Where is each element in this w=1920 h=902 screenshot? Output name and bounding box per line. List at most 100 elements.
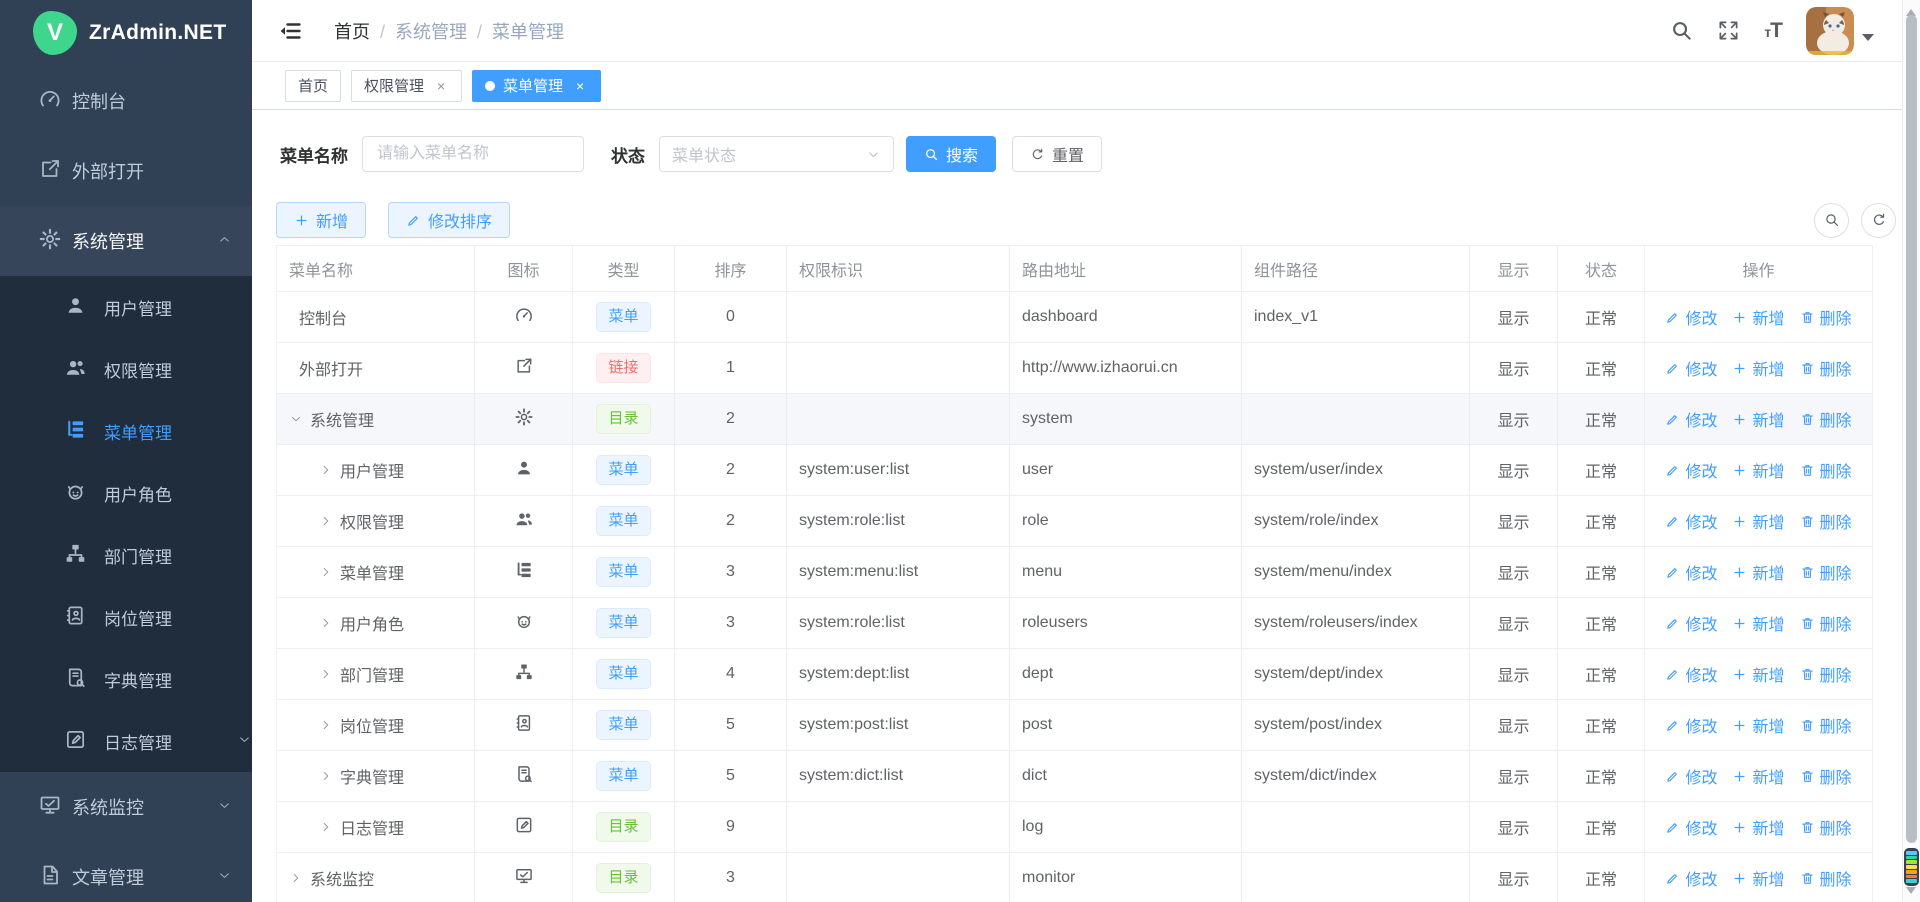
row-delete-link[interactable]: 删除 <box>1800 407 1852 431</box>
sidebar-item-权限管理[interactable]: 权限管理 <box>0 338 252 400</box>
row-delete-link[interactable]: 删除 <box>1800 560 1852 584</box>
table-row[interactable]: 日志管理目录9log显示正常修改新增删除 <box>277 802 1872 853</box>
row-edit-link[interactable]: 修改 <box>1665 713 1717 737</box>
row-add-link[interactable]: 新增 <box>1732 815 1784 839</box>
row-add-link[interactable]: 新增 <box>1732 662 1784 686</box>
tab-菜单管理[interactable]: 菜单管理× <box>472 70 601 102</box>
tree-expand-arrow[interactable] <box>289 871 303 885</box>
row-edit-link[interactable]: 修改 <box>1665 458 1717 482</box>
table-row[interactable]: 权限管理菜单2system:role:listrolesystem/role/i… <box>277 496 1872 547</box>
row-add-link[interactable]: 新增 <box>1732 509 1784 533</box>
row-add-link[interactable]: 新增 <box>1732 713 1784 737</box>
status-label: 状态 <box>611 142 645 167</box>
row-add-link[interactable]: 新增 <box>1732 866 1784 890</box>
sidebar-fold-button[interactable] <box>272 13 308 49</box>
cell-status: 正常 <box>1558 853 1645 902</box>
tree-expand-arrow[interactable] <box>319 616 333 630</box>
tab-close-icon[interactable]: × <box>433 78 449 94</box>
row-delete-link[interactable]: 删除 <box>1800 662 1852 686</box>
table-row[interactable]: 菜单管理菜单3system:menu:listmenusystem/menu/i… <box>277 547 1872 598</box>
status-select[interactable]: 菜单状态 <box>659 136 894 172</box>
row-delete-link[interactable]: 删除 <box>1800 509 1852 533</box>
sidebar-item-文章管理[interactable]: 文章管理 <box>0 842 252 902</box>
row-add-link[interactable]: 新增 <box>1732 356 1784 380</box>
tree-expand-arrow[interactable] <box>319 565 333 579</box>
font-size-button[interactable]: тT <box>1764 19 1782 43</box>
edit-sort-button[interactable]: 修改排序 <box>388 202 510 238</box>
header-search-button[interactable] <box>1670 19 1693 42</box>
sidebar-item-系统监控[interactable]: 系统监控 <box>0 772 252 842</box>
row-delete-link[interactable]: 删除 <box>1800 356 1852 380</box>
table-row[interactable]: 用户管理菜单2system:user:listusersystem/user/i… <box>277 445 1872 496</box>
row-delete-link[interactable]: 删除 <box>1800 866 1852 890</box>
row-edit-link[interactable]: 修改 <box>1665 305 1717 329</box>
row-edit-link[interactable]: 修改 <box>1665 866 1717 890</box>
sidebar-item-部门管理[interactable]: 部门管理 <box>0 524 252 586</box>
row-edit-link[interactable]: 修改 <box>1665 356 1717 380</box>
search-button[interactable]: 搜索 <box>906 136 996 172</box>
row-edit-link[interactable]: 修改 <box>1665 560 1717 584</box>
user-menu[interactable] <box>1806 7 1874 55</box>
tab-权限管理[interactable]: 权限管理× <box>351 70 462 102</box>
row-edit-link[interactable]: 修改 <box>1665 611 1717 635</box>
row-delete-link[interactable]: 删除 <box>1800 713 1852 737</box>
cell-component: system/dept/index <box>1242 649 1470 700</box>
sidebar-item-用户角色[interactable]: 用户角色 <box>0 462 252 524</box>
sidebar-item-字典管理[interactable]: 字典管理 <box>0 648 252 710</box>
table-row[interactable]: 部门管理菜单4system:dept:listdeptsystem/dept/i… <box>277 649 1872 700</box>
table-row[interactable]: 系统管理目录2system显示正常修改新增删除 <box>277 394 1872 445</box>
sidebar-item-用户管理[interactable]: 用户管理 <box>0 276 252 338</box>
tab-close-icon[interactable]: × <box>572 78 588 94</box>
scrollbar-thumb[interactable] <box>1906 15 1917 843</box>
tree-expand-arrow[interactable] <box>289 412 303 426</box>
add-button[interactable]: 新增 <box>276 202 366 238</box>
breadcrumb-item[interactable]: 首页 <box>334 22 370 42</box>
row-delete-link[interactable]: 删除 <box>1800 764 1852 788</box>
menu-name-input[interactable] <box>362 136 584 172</box>
reset-button[interactable]: 重置 <box>1012 136 1102 172</box>
row-delete-link[interactable]: 删除 <box>1800 458 1852 482</box>
sidebar-item-控制台[interactable]: 控制台 <box>0 66 252 136</box>
page-scrollbar[interactable] <box>1902 0 1920 902</box>
sidebar-item-系统管理[interactable]: 系统管理 <box>0 206 252 276</box>
chevron-down-icon <box>217 868 232 883</box>
sidebar-item-菜单管理[interactable]: 菜单管理 <box>0 400 252 462</box>
row-delete-link[interactable]: 删除 <box>1800 611 1852 635</box>
tree-expand-arrow[interactable] <box>319 463 333 477</box>
cell-icon <box>475 445 573 496</box>
sidebar-item-外部打开[interactable]: 外部打开 <box>0 136 252 206</box>
row-edit-link[interactable]: 修改 <box>1665 509 1717 533</box>
refresh-table-button[interactable] <box>1861 203 1896 238</box>
fullscreen-button[interactable] <box>1717 19 1740 42</box>
row-delete-link[interactable]: 删除 <box>1800 305 1852 329</box>
pencil-icon <box>1665 769 1680 784</box>
row-add-link[interactable]: 新增 <box>1732 305 1784 329</box>
row-edit-link[interactable]: 修改 <box>1665 764 1717 788</box>
tree-expand-arrow[interactable] <box>319 667 333 681</box>
avatar[interactable] <box>1806 7 1854 55</box>
table-row[interactable]: 外部打开链接1http://www.izhaorui.cn显示正常修改新增删除 <box>277 343 1872 394</box>
tree-expand-arrow[interactable] <box>319 820 333 834</box>
row-delete-link[interactable]: 删除 <box>1800 815 1852 839</box>
toggle-search-button[interactable] <box>1814 203 1849 238</box>
row-add-link[interactable]: 新增 <box>1732 764 1784 788</box>
table-row[interactable]: 控制台菜单0dashboardindex_v1显示正常修改新增删除 <box>277 292 1872 343</box>
row-add-link[interactable]: 新增 <box>1732 458 1784 482</box>
tree-expand-arrow[interactable] <box>319 514 333 528</box>
scrollbar-down-arrow-icon[interactable] <box>1906 887 1916 899</box>
sidebar-item-岗位管理[interactable]: 岗位管理 <box>0 586 252 648</box>
row-edit-link[interactable]: 修改 <box>1665 407 1717 431</box>
table-row[interactable]: 岗位管理菜单5system:post:listpostsystem/post/i… <box>277 700 1872 751</box>
row-add-link[interactable]: 新增 <box>1732 407 1784 431</box>
row-add-link[interactable]: 新增 <box>1732 611 1784 635</box>
row-add-link[interactable]: 新增 <box>1732 560 1784 584</box>
tree-expand-arrow[interactable] <box>319 718 333 732</box>
table-row[interactable]: 字典管理菜单5system:dict:listdictsystem/dict/i… <box>277 751 1872 802</box>
table-row[interactable]: 系统监控目录3monitor显示正常修改新增删除 <box>277 853 1872 902</box>
row-edit-link[interactable]: 修改 <box>1665 815 1717 839</box>
table-row[interactable]: 用户角色菜单3system:role:listroleuserssystem/r… <box>277 598 1872 649</box>
sidebar-item-日志管理[interactable]: 日志管理 <box>0 710 252 772</box>
row-edit-link[interactable]: 修改 <box>1665 662 1717 686</box>
tab-首页[interactable]: 首页 <box>285 70 341 102</box>
tree-expand-arrow[interactable] <box>319 769 333 783</box>
